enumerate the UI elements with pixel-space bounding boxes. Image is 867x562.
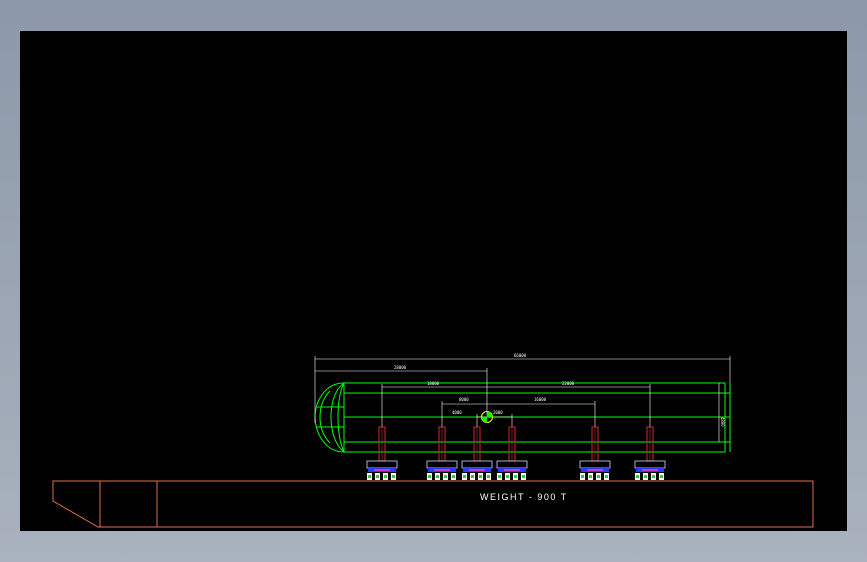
cad-drawing: WEIGHT - 900 T 66000 28000 18000 22000 8… [52, 353, 814, 528]
center-of-gravity-marker [481, 411, 493, 423]
vessel-head-arc-2 [337, 382, 345, 453]
cad-viewport[interactable]: WEIGHT - 900 T 66000 28000 18000 22000 8… [20, 31, 847, 531]
dimensions [314, 356, 731, 442]
saddle-1 [366, 426, 398, 480]
saddle-2 [426, 426, 458, 480]
vessel-head-arc-3 [319, 390, 331, 444]
saddle-4 [496, 426, 528, 480]
dim-right-span-text: 22000 [562, 381, 575, 386]
barge [52, 480, 814, 528]
dim-inner-right-text: 16000 [534, 397, 547, 402]
dimension-texts: 66000 28000 18000 22000 8000 16000 4000 … [394, 353, 725, 427]
vessel [314, 382, 731, 453]
dim-head-text: 28000 [394, 365, 407, 370]
dim-left-span-text: 18000 [427, 381, 440, 386]
dim-overall-text: 66000 [514, 353, 527, 358]
dim-inner-left-text: 8000 [459, 397, 469, 402]
dim-vertical-text: 4800 [720, 417, 725, 427]
vessel-head-arc-1 [330, 382, 345, 453]
saddle-supports [366, 426, 666, 480]
dim-inner-small-left-text: 4000 [452, 410, 462, 415]
barge-hull-outline [52, 480, 814, 528]
dim-inner-small-right-text: 2000 [493, 410, 503, 415]
weight-label: WEIGHT - 900 T [480, 492, 568, 502]
saddle-5 [579, 426, 611, 480]
saddle-3 [461, 426, 493, 480]
saddle-6 [634, 426, 666, 480]
